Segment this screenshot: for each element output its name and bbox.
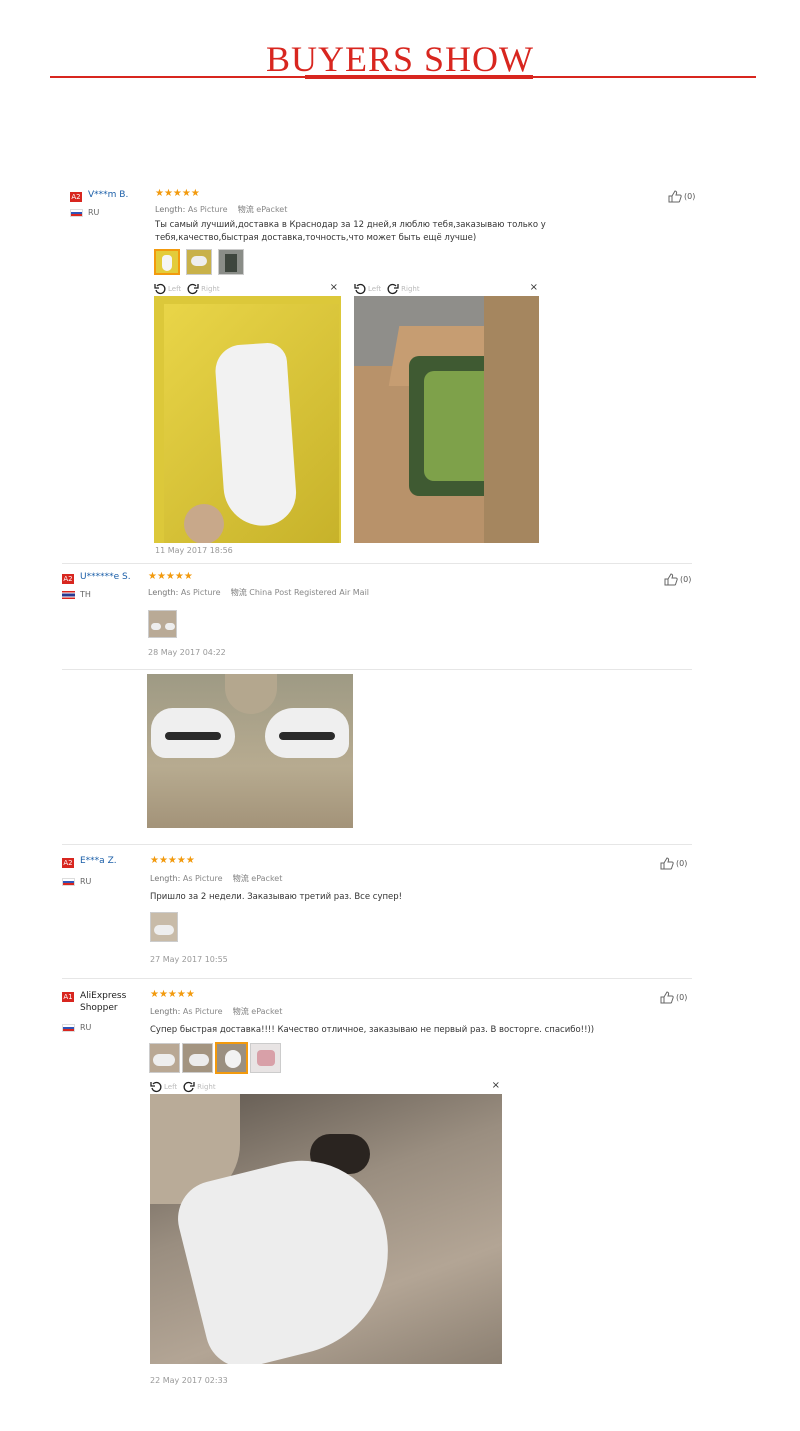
thumbs-up-icon [660,991,674,1004]
review-photo-thumb[interactable] [186,249,212,275]
reviewer-country: TH [80,590,91,599]
review-photo [147,674,353,828]
review-comment: Ты самый лучший,доставка в Краснодар за … [155,220,546,243]
flag-icon [62,878,75,886]
review-photo [150,1094,502,1364]
title-underline-accent [305,75,533,79]
helpful-count: (0) [684,192,696,201]
level-badge: A2 [70,192,82,202]
flag-icon [62,591,75,599]
review-photo-thumb[interactable] [215,1042,248,1074]
review-photo-thumb[interactable] [150,912,178,942]
review-photo-thumb[interactable] [250,1043,281,1073]
close-icon[interactable]: × [492,1080,500,1091]
helpful-button[interactable]: (0) [664,573,691,586]
length-key: Length: [155,205,186,214]
shipping-value: ePacket [256,205,288,214]
rating-stars: ★★★★★ [150,855,195,866]
level-badge: A2 [62,574,74,584]
rotate-left-button[interactable]: Left [154,283,181,295]
review-comment: Пришло за 2 недели. Заказываю третий раз… [150,892,403,902]
divider [62,844,692,845]
photo-viewer-toolbar: Left Right × [354,282,540,295]
rotate-left-button[interactable]: Left [354,283,381,295]
review-date: 28 May 2017 04:22 [148,648,226,657]
rotate-right-icon [183,1081,195,1092]
flag-icon [70,209,83,217]
reviewer-name[interactable]: V***m B. [88,190,128,200]
flag-icon [62,1024,75,1032]
review-date: 22 May 2017 02:33 [150,1376,228,1385]
rating-stars: ★★★★★ [148,571,193,582]
shipping-key: 物流 [237,205,254,214]
review-comment: Супер быстрая доставка!!!! Качество отли… [150,1025,595,1035]
helpful-button[interactable]: (0) [668,190,695,203]
rotate-left-icon [150,1081,162,1092]
reviewer-name[interactable]: U******e S. [80,572,131,582]
review-meta: Length: As Picture 物流 ePacket [150,874,283,883]
photo-viewer-toolbar: Left Right × [150,1080,502,1093]
rotate-right-icon [187,283,199,294]
thumbs-up-icon [660,857,674,870]
rating-stars: ★★★★★ [150,989,195,1000]
rotate-right-button[interactable]: Right [187,283,220,295]
reviewer-country: RU [80,1023,92,1032]
reviewer-name[interactable]: AliExpress Shopper [80,990,140,1014]
helpful-button[interactable]: (0) [660,991,687,1004]
divider [62,669,692,670]
rotate-right-button[interactable]: Right [387,283,420,295]
review-photo [354,296,539,543]
rating-stars: ★★★★★ [155,188,200,199]
review-photo [154,296,341,543]
divider [62,978,692,979]
close-icon[interactable]: × [330,282,338,293]
review-photo-thumb[interactable] [218,249,244,275]
thumbs-up-icon [664,573,678,586]
rotate-right-button[interactable]: Right [183,1081,216,1093]
length-value: As Picture [187,205,228,214]
divider [62,563,692,564]
review-date: 11 May 2017 18:56 [155,546,233,555]
rotate-left-icon [354,283,366,294]
rotate-right-icon [387,283,399,294]
level-badge: A2 [62,858,74,868]
review-meta: Length: As Picture 物流 ePacket [155,204,287,215]
reviewer-name[interactable]: E***a Z. [80,856,117,866]
page-title: BUYERS SHOW [265,39,535,79]
reviewer-country: RU [88,208,100,217]
review-photo-thumb[interactable] [154,249,180,275]
rotate-left-icon [154,283,166,294]
helpful-button[interactable]: (0) [660,857,687,870]
review-date: 27 May 2017 10:55 [150,955,228,964]
rotate-left-button[interactable]: Left [150,1081,177,1093]
review-meta: Length: As Picture 物流 China Post Registe… [148,588,370,597]
reviewer-country: RU [80,877,92,886]
level-badge: A1 [62,992,74,1002]
review-meta: Length: As Picture 物流 ePacket [150,1007,283,1016]
photo-viewer-toolbar: Left Right × [154,282,340,295]
review-photo-thumb[interactable] [182,1043,213,1073]
thumbs-up-icon [668,190,682,203]
close-icon[interactable]: × [530,282,538,293]
review-photo-thumb[interactable] [148,610,177,638]
review-photo-thumb[interactable] [149,1043,180,1073]
